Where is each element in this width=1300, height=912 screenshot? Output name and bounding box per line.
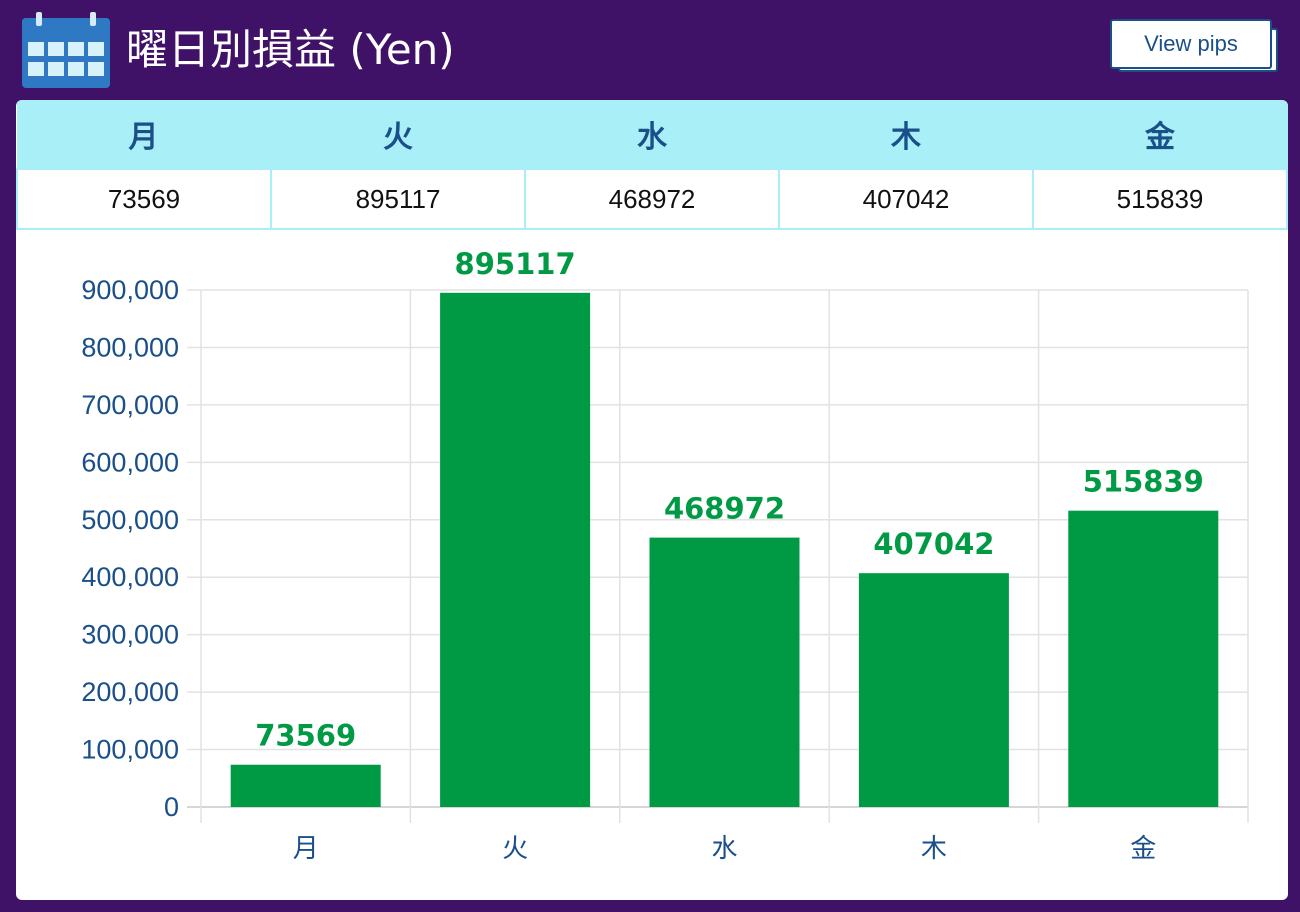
table-header-cell: 木 [779,100,1034,169]
bar [858,573,1009,807]
y-tick-label: 800,000 [81,332,179,362]
y-tick-label: 0 [164,792,179,822]
table-header-cell: 火 [271,100,526,169]
x-tick-label: 金 [1130,834,1156,864]
header: 曜日別損益 (Yen) View pips [0,0,1300,100]
y-tick-label: 300,000 [81,620,179,650]
bar [230,764,381,807]
y-tick-label: 100,000 [81,735,179,765]
table-cell: 73569 [16,168,272,230]
x-tick-label: 月 [293,834,319,864]
view-pips-button[interactable]: View pips [1110,19,1272,69]
y-tick-label: 500,000 [81,505,179,535]
summary-table: 月 火 水 木 金 73569 895117 468972 407042 515… [16,100,1288,230]
y-tick-label: 700,000 [81,390,179,420]
y-tick-label: 400,000 [81,562,179,592]
y-tick-label: 600,000 [81,447,179,477]
table-cell: 895117 [270,168,526,230]
table-header-cell: 金 [1033,100,1288,169]
table-header-cell: 月 [17,100,272,169]
data-label: 895117 [455,247,576,281]
table-cell: 407042 [778,168,1034,230]
table-header-row: 月 火 水 木 金 [17,100,1288,169]
x-tick-label: 水 [711,834,737,864]
table-header-cell: 水 [525,100,780,169]
bar [649,537,800,807]
table-cell: 468972 [524,168,780,230]
x-tick-label: 火 [502,834,528,864]
bar-chart: 0 100,000 200,000 300,000 400,000 500,000 600,… [81,247,1249,864]
bar [1068,510,1219,807]
table-cell: 515839 [1032,168,1288,230]
data-label: 468972 [664,492,785,526]
data-label: 73569 [255,719,356,753]
chart-card: 月 火 水 木 金 73569 895117 468972 407042 515… [16,100,1288,900]
page-title: 曜日別損益 (Yen) [126,25,455,74]
y-tick-label: 200,000 [81,677,179,707]
x-tick-label: 木 [921,834,947,864]
data-label: 407042 [873,527,994,561]
bar [440,292,591,807]
table-row: 73569 895117 468972 407042 515839 [16,168,1288,230]
calendar-icon [22,12,110,88]
data-label: 515839 [1083,465,1204,499]
y-tick-label: 900,000 [81,275,179,305]
